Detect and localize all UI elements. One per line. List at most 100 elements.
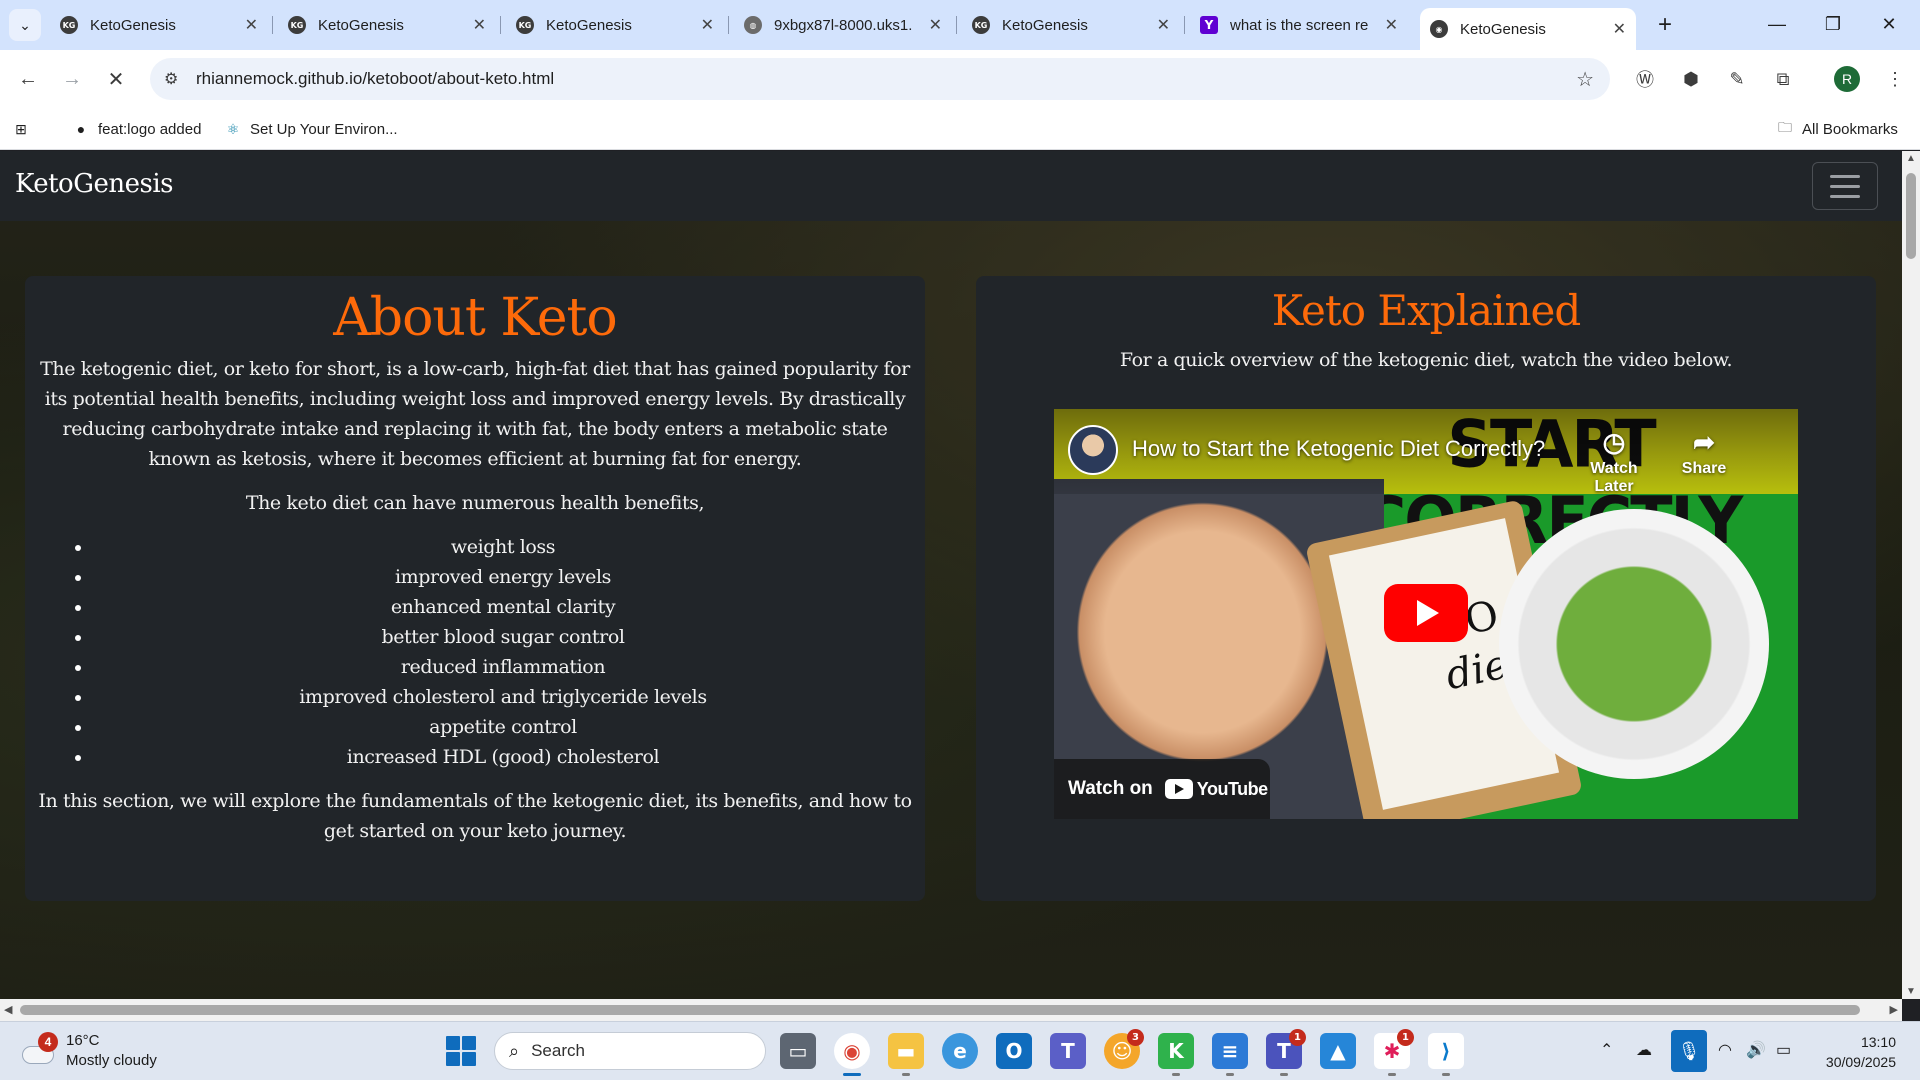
extensions-puzzle-icon[interactable]: ⧉ bbox=[1768, 64, 1798, 94]
weather-widget[interactable]: 4 16°C Mostly cloudy bbox=[22, 1031, 157, 1071]
tab-search-button[interactable]: ⌄ bbox=[9, 9, 41, 41]
notepad-icon[interactable]: ≡ bbox=[1212, 1033, 1248, 1076]
site-brand[interactable]: KetoGenesis bbox=[15, 169, 174, 199]
play-button[interactable] bbox=[1384, 584, 1468, 642]
bookmark-item[interactable]: ● feat:logo added bbox=[72, 116, 202, 142]
channel-avatar[interactable] bbox=[1068, 425, 1118, 475]
benefits-list: weight loss improved energy levels enhan… bbox=[37, 532, 913, 772]
minimize-icon: — bbox=[1768, 13, 1786, 34]
chrome-icon[interactable]: ◉ bbox=[834, 1033, 870, 1076]
battery-icon[interactable]: ▭ bbox=[1776, 1040, 1791, 1060]
forward-button[interactable]: → bbox=[56, 63, 88, 95]
clock-date: 30/09/2025 bbox=[1825, 1054, 1896, 1070]
web-page: KetoGenesis About Keto The ketogenic die… bbox=[0, 151, 1902, 999]
edge-icon[interactable]: e bbox=[942, 1033, 978, 1069]
kg-favicon-icon: KG bbox=[60, 16, 78, 34]
tab-title: 9xbgx87l-8000.uks1. bbox=[774, 16, 913, 34]
site-info-icon[interactable]: ⚙ bbox=[164, 69, 184, 89]
close-tab-icon[interactable]: ✕ bbox=[1157, 15, 1170, 35]
bookmark-item[interactable]: ⚛ Set Up Your Environ... bbox=[224, 116, 398, 142]
explained-subtitle: For a quick overview of the ketogenic di… bbox=[1119, 349, 1733, 371]
browser-tab[interactable]: Y what is the screen re ✕ bbox=[1190, 8, 1408, 42]
photos-icon[interactable]: ▲ bbox=[1320, 1033, 1356, 1069]
shield-extension-icon[interactable]: ⬢ bbox=[1676, 64, 1706, 94]
youtube-logo: YouTube bbox=[1164, 779, 1268, 800]
close-tab-icon[interactable]: ✕ bbox=[473, 15, 486, 35]
list-item: improved cholesterol and triglyceride le… bbox=[93, 682, 913, 712]
chevron-up-icon[interactable]: ⌃ bbox=[1600, 1040, 1613, 1060]
close-tab-icon[interactable]: ✕ bbox=[1613, 19, 1626, 39]
all-bookmarks-button[interactable]: 🗀 All Bookmarks bbox=[1776, 116, 1898, 142]
volume-icon[interactable]: 🔊 bbox=[1746, 1040, 1766, 1060]
url-text[interactable]: rhiannemock.github.io/ketoboot/about-ket… bbox=[196, 69, 554, 89]
new-tab-button[interactable]: + bbox=[1650, 10, 1680, 40]
start-button[interactable] bbox=[446, 1036, 476, 1066]
bookmark-star-icon[interactable]: ☆ bbox=[1576, 67, 1594, 92]
yahoo-favicon-icon: Y bbox=[1200, 16, 1218, 34]
microphone-icon[interactable]: 🎙 bbox=[1671, 1030, 1707, 1072]
discord-badge: 3 bbox=[1127, 1029, 1144, 1046]
browser-tab[interactable]: KG KetoGenesis ✕ bbox=[50, 8, 268, 42]
navbar-toggle-button[interactable] bbox=[1812, 162, 1878, 210]
slack-icon[interactable]: ✱ 1 bbox=[1374, 1029, 1414, 1076]
list-item: weight loss bbox=[93, 532, 913, 562]
taskbar-search[interactable]: ⌕ Search bbox=[494, 1032, 766, 1070]
wifi-icon[interactable]: ◠ bbox=[1718, 1040, 1732, 1060]
watch-later-label: Watch Later bbox=[1590, 460, 1638, 495]
browser-tab-active[interactable]: ◉ KetoGenesis ✕ bbox=[1420, 8, 1636, 50]
apps-grid-icon: ⊞ bbox=[15, 120, 27, 137]
close-tab-icon[interactable]: ✕ bbox=[929, 15, 942, 35]
kite-icon[interactable]: K bbox=[1158, 1033, 1194, 1076]
vscode-icon[interactable]: ⟩ bbox=[1428, 1033, 1464, 1076]
teams-work-icon[interactable]: T1 bbox=[1266, 1029, 1306, 1076]
scroll-right-arrow-icon[interactable]: ▶ bbox=[1890, 1003, 1898, 1016]
menu-kebab-icon[interactable]: ⋮ bbox=[1880, 64, 1910, 94]
scroll-up-arrow-icon[interactable]: ▲ bbox=[1906, 153, 1916, 164]
food-plate-image bbox=[1499, 509, 1769, 779]
vertical-scroll-thumb[interactable] bbox=[1906, 173, 1916, 259]
scroll-down-arrow-icon[interactable]: ▼ bbox=[1906, 986, 1916, 997]
bookmark-label: feat:logo added bbox=[98, 120, 202, 138]
keto-explained-card: Keto Explained For a quick overview of t… bbox=[976, 276, 1876, 901]
browser-tab[interactable]: ◍ 9xbgx87l-8000.uks1. ✕ bbox=[734, 8, 952, 42]
apps-grid-button[interactable]: ⊞ bbox=[12, 116, 38, 142]
list-item: reduced inflammation bbox=[93, 652, 913, 682]
onedrive-cloud-icon[interactable]: ☁ bbox=[1636, 1040, 1652, 1060]
close-tab-icon[interactable]: ✕ bbox=[1385, 15, 1398, 35]
minimize-button[interactable]: — bbox=[1754, 6, 1800, 42]
eyedropper-extension-icon[interactable]: ✎ bbox=[1722, 64, 1752, 94]
cloud-icon: 4 bbox=[22, 1032, 58, 1064]
watch-on-youtube-button[interactable]: Watch on YouTube bbox=[1054, 759, 1270, 819]
scroll-left-arrow-icon[interactable]: ◀ bbox=[4, 1003, 12, 1016]
browser-tab[interactable]: KG KetoGenesis ✕ bbox=[962, 8, 1180, 42]
task-view-icon[interactable]: ▭ bbox=[780, 1033, 816, 1069]
stop-loading-button[interactable]: ✕ bbox=[100, 63, 132, 95]
explained-heading: Keto Explained bbox=[1271, 286, 1582, 335]
address-bar[interactable]: ⚙ rhiannemock.github.io/ketoboot/about-k… bbox=[150, 58, 1610, 100]
share-button[interactable]: ➦ Share bbox=[1664, 427, 1744, 478]
profile-avatar[interactable]: R bbox=[1834, 66, 1860, 92]
tab-title: KetoGenesis bbox=[318, 16, 404, 34]
close-tab-icon[interactable]: ✕ bbox=[701, 15, 714, 35]
taskbar-clock[interactable]: 13:10 30/09/2025 bbox=[1812, 1032, 1896, 1072]
chevron-down-icon: ⌄ bbox=[19, 16, 31, 33]
wordpress-extension-icon[interactable]: Ⓦ bbox=[1630, 64, 1660, 94]
close-tab-icon[interactable]: ✕ bbox=[245, 15, 258, 35]
video-title[interactable]: How to Start the Ketogenic Diet Correctl… bbox=[1132, 436, 1545, 462]
list-item: better blood sugar control bbox=[93, 622, 913, 652]
teams-icon[interactable]: T bbox=[1050, 1033, 1086, 1069]
horizontal-scrollbar[interactable]: ◀ ▶ bbox=[0, 999, 1902, 1021]
youtube-video-embed[interactable]: START CORRECTLY O diet How to Start the … bbox=[1054, 409, 1798, 819]
tab-title: KetoGenesis bbox=[1002, 16, 1088, 34]
restore-button[interactable]: ❐ bbox=[1810, 6, 1856, 42]
back-button[interactable]: ← bbox=[12, 63, 44, 95]
discord-icon[interactable]: ☺ 3 bbox=[1104, 1029, 1144, 1069]
browser-tab[interactable]: KG KetoGenesis ✕ bbox=[506, 8, 724, 42]
horizontal-scroll-thumb[interactable] bbox=[20, 1005, 1860, 1015]
file-explorer-icon[interactable]: ▬ bbox=[888, 1033, 924, 1076]
watch-later-button[interactable]: ◷ Watch Later bbox=[1574, 427, 1654, 496]
browser-tab[interactable]: KG KetoGenesis ✕ bbox=[278, 8, 496, 42]
close-window-button[interactable]: ✕ bbox=[1866, 6, 1912, 42]
outlook-icon[interactable]: O bbox=[996, 1033, 1032, 1069]
vertical-scrollbar[interactable]: ▲ ▼ bbox=[1902, 151, 1920, 999]
